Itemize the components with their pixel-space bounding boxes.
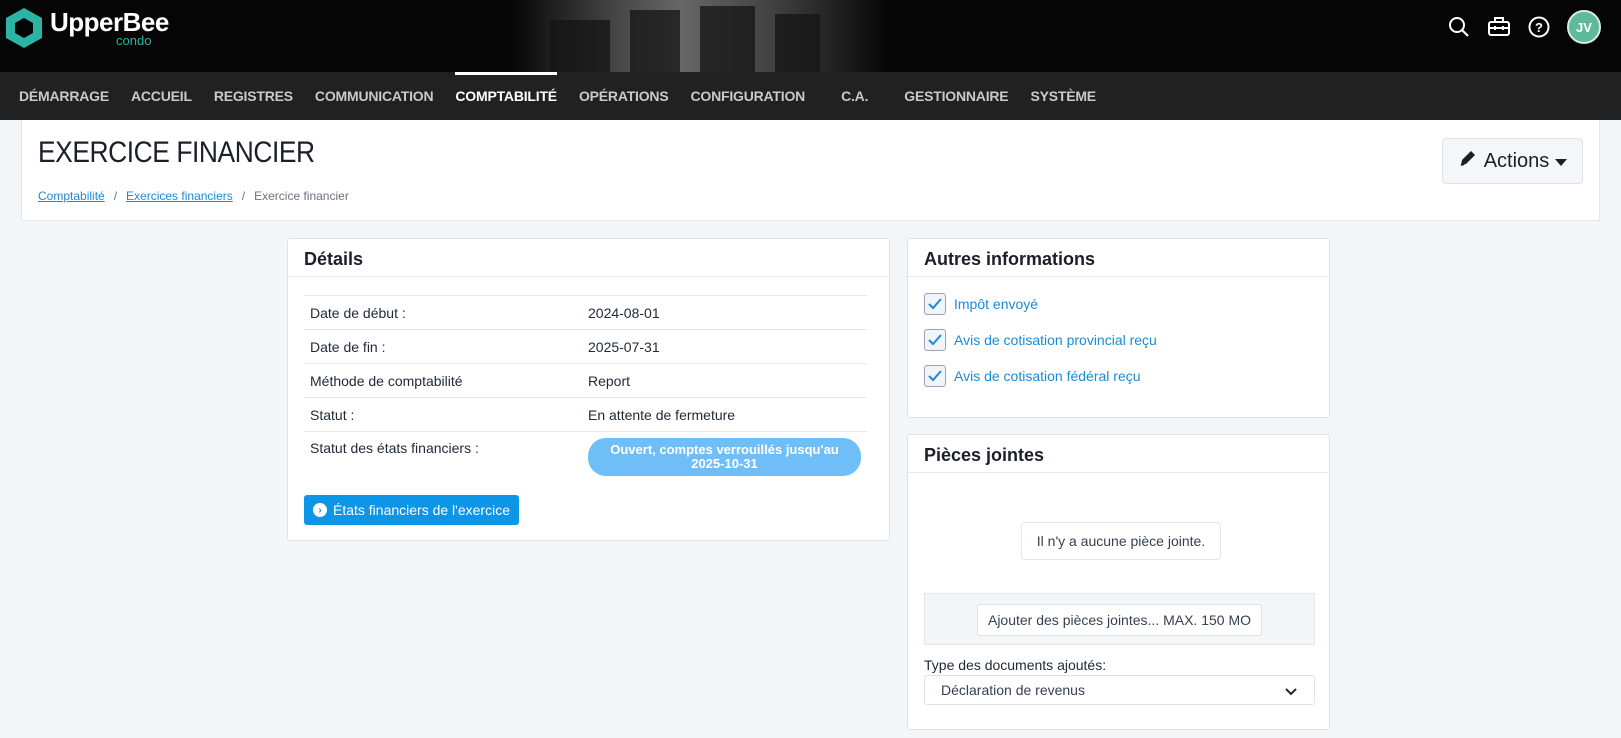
pencil-icon [1458,148,1478,174]
details-row-value: 2024-08-01 [588,304,660,321]
details-row-label: Date de début : [310,304,406,321]
details-table: Date de début : 2024-08-01 Date de fin :… [304,295,867,483]
document-type-select[interactable]: Déclaration de revenus [924,675,1315,705]
actions-button[interactable]: Actions [1442,138,1583,184]
pieces-jointes-card: Pièces jointes Il n'y a aucune pièce joi… [907,434,1330,730]
empty-attachments-message: Il n'y a aucune pièce jointe. [1021,522,1221,560]
help-icon[interactable]: ? [1527,15,1551,39]
chevron-right-circle-icon: › [313,503,327,517]
actions-label: Actions [1483,149,1550,172]
details-row: Date de fin : 2025-07-31 [304,329,867,363]
breadcrumb-separator: / [113,189,118,203]
check-label[interactable]: Avis de cotisation fédéral reçu [954,368,1141,384]
check-avis-federal[interactable]: Avis de cotisation fédéral reçu [924,365,1141,387]
status-badge: Ouvert, comptes verrouillés jusqu'au 202… [588,438,861,476]
details-row: Statut des états financiers : Ouvert, co… [304,431,867,483]
chevron-down-icon [1284,684,1298,700]
checkbox-checked[interactable] [924,293,946,315]
details-title: Détails [288,239,889,277]
hexagon-logo-icon [4,6,44,50]
toolbox-icon[interactable] [1487,15,1511,39]
add-attachments-button[interactable]: Ajouter des pièces jointes... MAX. 150 M… [977,604,1262,636]
user-avatar[interactable]: JV [1567,10,1601,44]
details-row: Méthode de comptabilité Report [304,363,867,397]
breadcrumb-current: Exercice financier [254,189,349,203]
nav-item-gestionnaire[interactable]: GESTIONNAIRE [893,72,1019,120]
details-card: Détails Date de début : 2024-08-01 Date … [287,238,890,541]
nav-item-systeme[interactable]: SYSTÈME [1019,72,1107,120]
etats-financiers-label: États financiers de l'exercice [333,502,510,518]
details-row: Date de début : 2024-08-01 [304,295,867,329]
checkbox-checked[interactable] [924,329,946,351]
document-type-value: Déclaration de revenus [941,682,1085,698]
breadcrumb-comptabilite[interactable]: Comptabilité [38,189,105,203]
check-label[interactable]: Avis de cotisation provincial reçu [954,332,1157,348]
details-row: Statut : En attente de fermeture [304,397,867,431]
svg-text:?: ? [1535,20,1543,35]
nav-item-accueil[interactable]: ACCUEIL [120,72,203,120]
details-row-value: 2025-07-31 [588,338,660,355]
details-row-value: En attente de fermeture [588,406,736,423]
attachment-drop-zone[interactable]: Ajouter des pièces jointes... MAX. 150 M… [924,593,1315,645]
nav-item-configuration[interactable]: CONFIGURATION [679,72,816,120]
main-nav: DÉMARRAGE ACCUEIL REGISTRES COMMUNICATIO… [0,72,1621,120]
nav-item-comptabilite[interactable]: COMPTABILITÉ [444,72,568,120]
caret-down-icon [1555,150,1568,173]
nav-item-operations[interactable]: OPÉRATIONS [568,72,680,120]
pieces-title: Pièces jointes [908,435,1329,473]
brand-name: UpperBee [50,7,169,37]
nav-item-ca[interactable]: C.A. [830,72,879,120]
check-label[interactable]: Impôt envoyé [954,296,1038,312]
details-row-label: Statut : [310,406,355,423]
breadcrumb-exercices-financiers[interactable]: Exercices financiers [126,189,233,203]
autres-title: Autres informations [908,239,1329,277]
check-avis-provincial[interactable]: Avis de cotisation provincial reçu [924,329,1157,351]
nav-item-registres[interactable]: REGISTRES [203,72,304,120]
page-header: EXERCICE FINANCIER Comptabilité / Exerci… [21,120,1600,221]
details-row-label: Méthode de comptabilité [310,372,463,389]
document-type-label: Type des documents ajoutés: [924,657,1107,673]
breadcrumb-separator: / [241,189,246,203]
details-row-label: Statut des états financiers : [310,440,479,456]
building-background-image [510,0,890,72]
checkbox-checked[interactable] [924,365,946,387]
search-icon[interactable] [1447,15,1471,39]
details-row-value: Report [588,372,631,389]
brand-logo[interactable]: UpperBee condo [4,6,169,50]
breadcrumb: Comptabilité / Exercices financiers / Ex… [38,189,349,203]
page-title: EXERCICE FINANCIER [38,136,315,169]
autres-informations-card: Autres informations Impôt envoyé Avis de… [907,238,1330,418]
details-row-label: Date de fin : [310,338,386,355]
top-banner: UpperBee condo ? JV [0,0,1621,72]
etats-financiers-button[interactable]: › États financiers de l'exercice [304,495,519,525]
check-impot-envoye[interactable]: Impôt envoyé [924,293,1038,315]
nav-item-demarrage[interactable]: DÉMARRAGE [8,72,120,120]
nav-item-communication[interactable]: COMMUNICATION [304,72,444,120]
